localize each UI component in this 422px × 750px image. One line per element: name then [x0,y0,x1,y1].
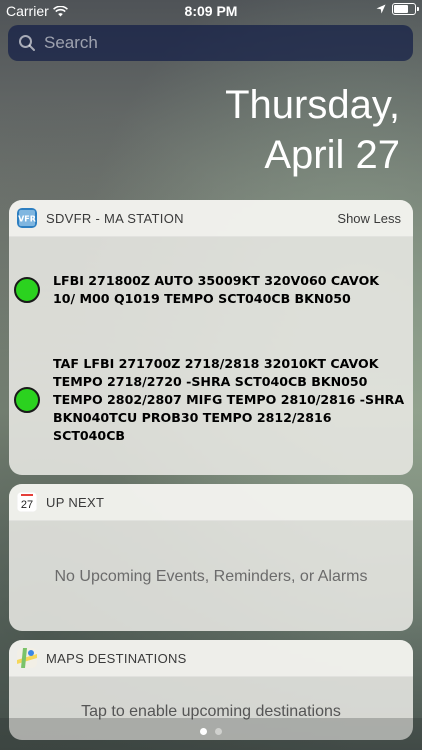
location-arrow-icon [376,4,386,14]
widget-title: MAPS DESTINATIONS [46,650,187,666]
calendar-day: 27 [21,499,33,511]
date-day: April 27 [264,133,400,177]
widget-title: UP NEXT [46,494,105,510]
battery-fill [394,5,408,13]
up-next-empty-message: No Upcoming Events, Reminders, or Alarms [54,568,368,585]
maps-icon [17,648,37,668]
widget-header: VFR SDVFR - MA STATION Show Less [9,200,413,237]
taf-text: TAF LFBI 271700Z 2718/2818 32010KT CAVOK… [53,356,405,443]
clock: 8:09 PM [184,3,238,19]
show-less-button[interactable]: Show Less [337,211,401,226]
page-indicator[interactable] [0,728,422,735]
date-header: Thursday, April 27 [225,80,400,180]
svg-text:VFR: VFR [18,215,36,224]
page-dot-2 [215,728,222,735]
metar-row[interactable]: LFBI 271800Z AUTO 35009KT 320V060 CAVOK … [9,272,413,308]
sdvfr-app-icon: VFR [17,208,37,228]
metar-status-dot [14,277,40,303]
widget-header: 27 UP NEXT [9,484,413,521]
taf-status-dot [14,387,40,413]
up-next-widget: 27 UP NEXT No Upcoming Events, Reminders… [9,484,413,631]
calendar-icon: 27 [17,492,37,512]
search-icon [18,34,36,52]
taf-row[interactable]: TAF LFBI 271700Z 2718/2818 32010KT CAVOK… [9,355,413,445]
page-dot-1 [200,728,207,735]
search-bar[interactable]: Search [8,25,413,61]
search-placeholder: Search [44,33,98,52]
metar-text: LFBI 271800Z AUTO 35009KT 320V060 CAVOK … [53,273,380,306]
status-bar: Carrier 8:09 PM [0,0,422,22]
battery-icon [392,3,419,15]
widget-title: SDVFR - MA STATION [46,210,184,226]
widget-header: MAPS DESTINATIONS [9,640,413,677]
date-weekday: Thursday, [225,83,400,127]
sdvfr-widget: VFR SDVFR - MA STATION Show Less LFBI 27… [9,200,413,475]
